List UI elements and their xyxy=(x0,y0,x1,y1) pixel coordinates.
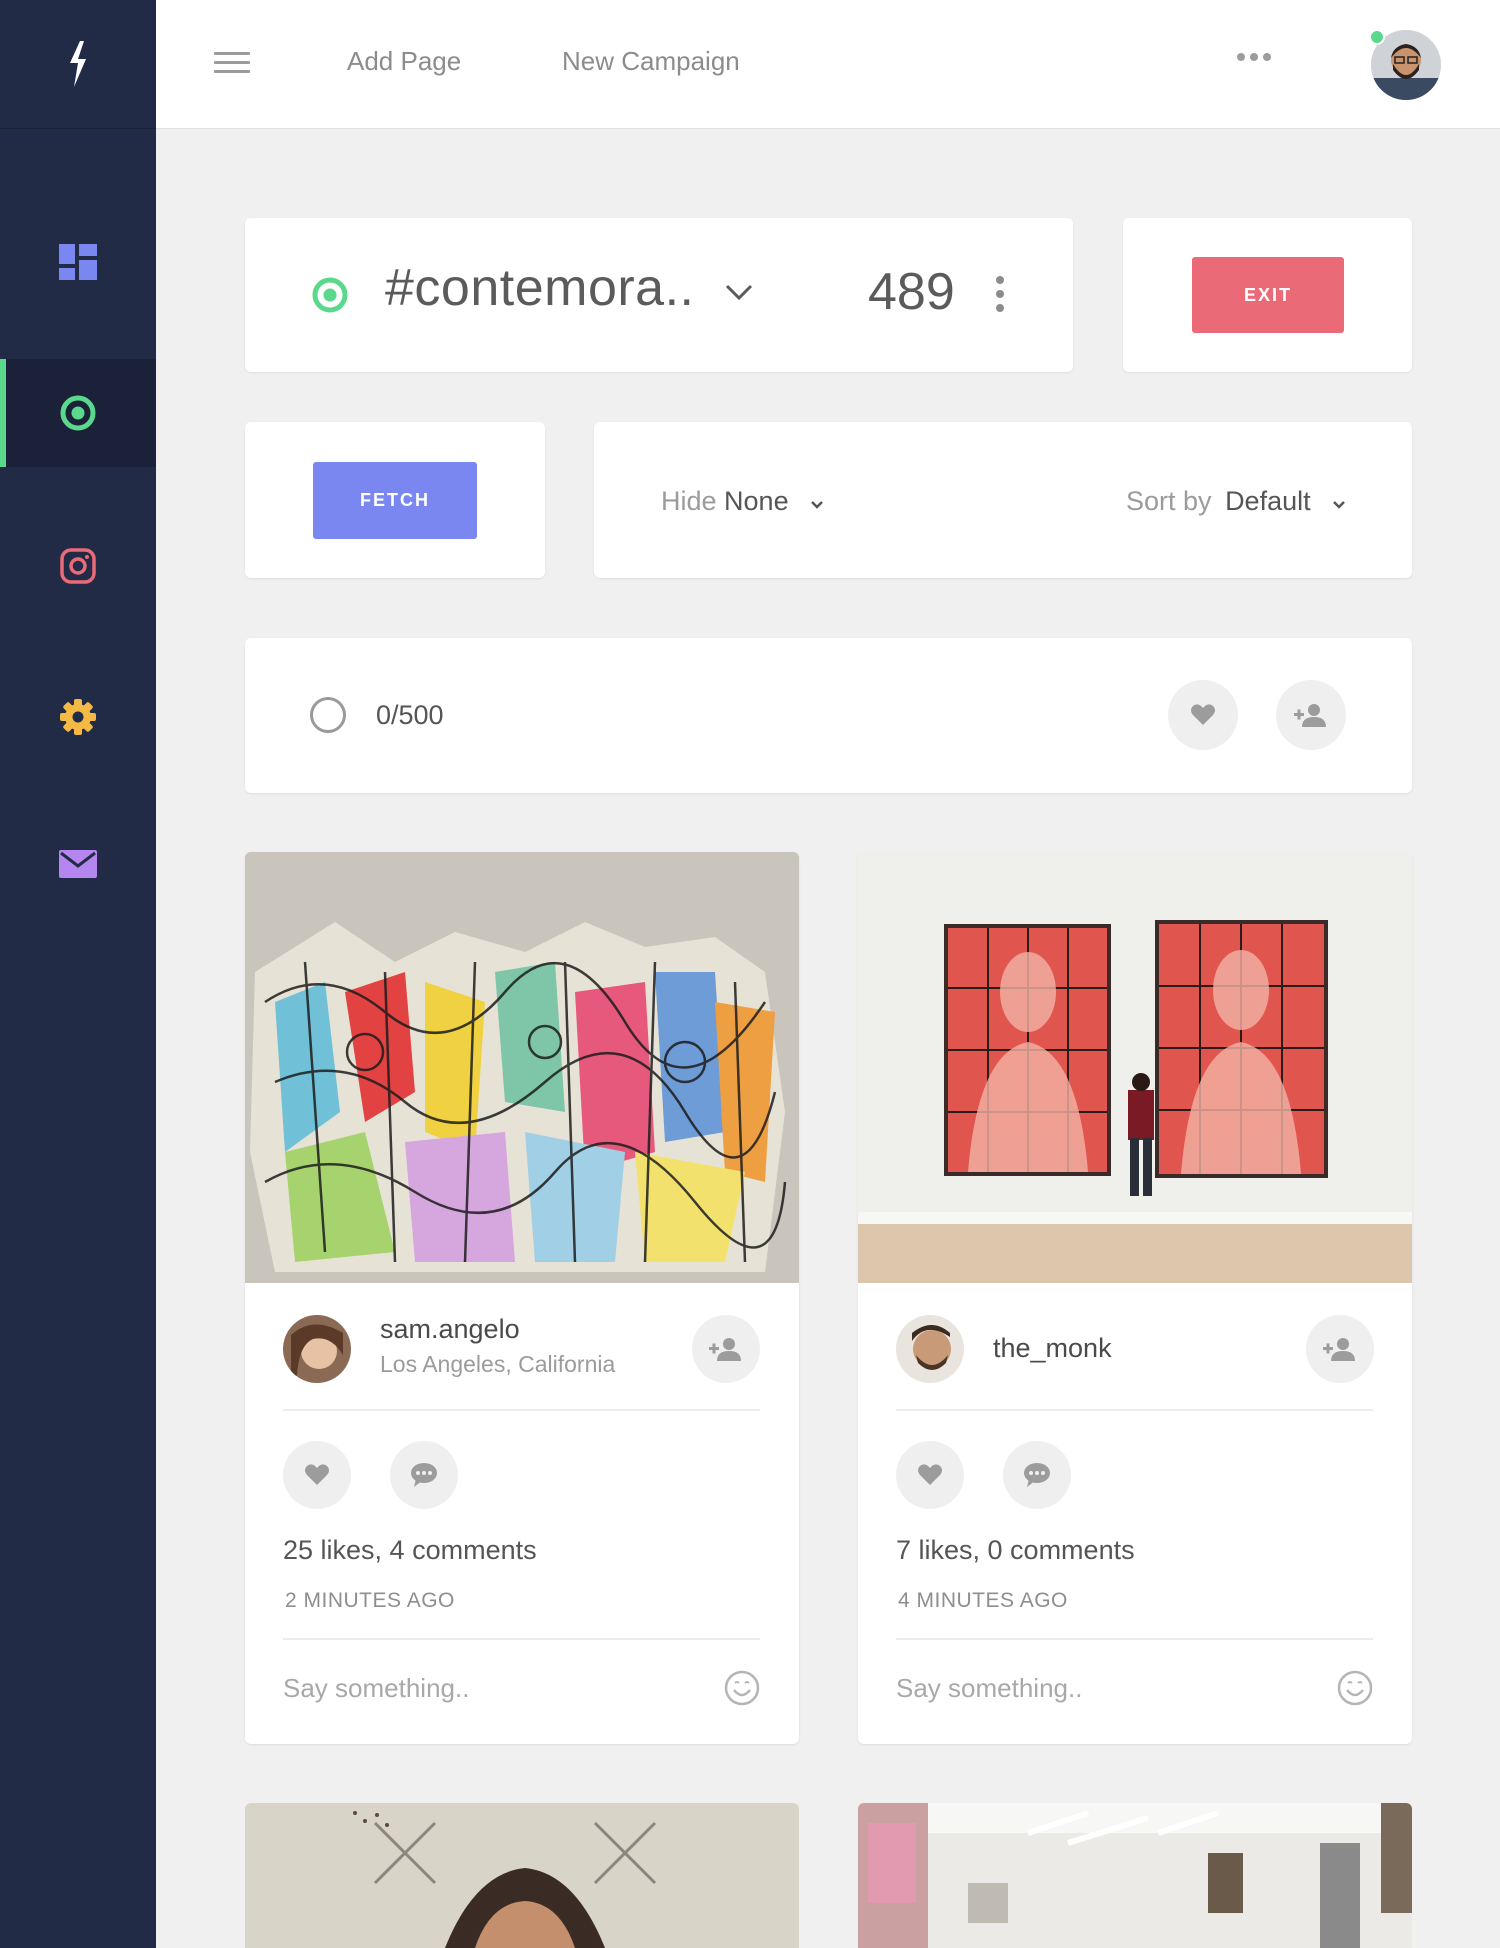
add-page-link[interactable]: Add Page xyxy=(347,46,461,77)
sort-dropdown[interactable]: Sort by Default xyxy=(1126,486,1346,517)
exit-button[interactable]: EXIT xyxy=(1192,257,1344,333)
comment-button[interactable] xyxy=(1003,1441,1071,1509)
mail-icon xyxy=(59,850,97,878)
post-timestamp: 4 MINUTES AGO xyxy=(898,1589,1068,1612)
sort-value: Default xyxy=(1225,486,1311,516)
comment-input[interactable] xyxy=(896,1670,1296,1706)
fetch-button[interactable]: FETCH xyxy=(313,462,477,539)
sidebar-item-dashboard[interactable] xyxy=(0,208,156,316)
divider xyxy=(283,1409,760,1411)
sidebar xyxy=(0,0,156,1948)
add-user-icon xyxy=(709,1338,741,1361)
post-location: Los Angeles, California xyxy=(380,1351,616,1377)
lightning-bolt-icon xyxy=(70,41,86,87)
emoji-icon[interactable] xyxy=(1337,1670,1373,1706)
like-all-button[interactable] xyxy=(1168,680,1238,750)
post-image[interactable] xyxy=(245,1803,799,1948)
progress-circle-icon xyxy=(310,697,346,733)
online-status-indicator xyxy=(1369,29,1385,45)
post-stats: 25 likes, 4 comments xyxy=(283,1535,537,1565)
sidebar-item-messages[interactable] xyxy=(0,810,156,918)
divider xyxy=(283,1638,760,1640)
like-button[interactable] xyxy=(283,1441,351,1509)
hide-filter-dropdown[interactable]: Hide None xyxy=(661,486,824,517)
avatar[interactable] xyxy=(896,1315,964,1383)
campaign-status-icon xyxy=(312,277,348,313)
post-image[interactable] xyxy=(858,852,1412,1283)
more-horizontal-icon[interactable] xyxy=(1237,53,1271,61)
add-user-icon xyxy=(1294,704,1326,727)
dashboard-icon xyxy=(59,244,97,280)
post-username[interactable]: the_monk xyxy=(993,1333,1112,1364)
comment-input[interactable] xyxy=(283,1670,683,1706)
sidebar-item-campaigns[interactable] xyxy=(0,359,156,467)
post-stats: 7 likes, 0 comments xyxy=(896,1535,1135,1565)
hide-filter-value: None xyxy=(724,486,789,516)
gear-icon xyxy=(60,699,96,735)
sidebar-item-instagram[interactable] xyxy=(0,512,156,620)
instagram-icon xyxy=(60,548,96,584)
post-image[interactable] xyxy=(245,852,799,1283)
emoji-icon[interactable] xyxy=(724,1670,760,1706)
chat-bubble-icon xyxy=(1024,1463,1050,1487)
heart-icon xyxy=(1191,704,1215,725)
post-image[interactable] xyxy=(858,1803,1412,1948)
campaign-count: 489 xyxy=(868,263,955,321)
sidebar-item-settings[interactable] xyxy=(0,663,156,771)
follow-button[interactable] xyxy=(1306,1315,1374,1383)
hamburger-icon[interactable] xyxy=(214,52,250,76)
more-vertical-icon[interactable] xyxy=(996,276,1004,312)
like-button[interactable] xyxy=(896,1441,964,1509)
target-icon xyxy=(60,395,96,431)
chevron-down-icon[interactable] xyxy=(724,283,754,301)
chevron-down-icon xyxy=(811,501,823,509)
divider xyxy=(896,1409,1373,1411)
follow-all-button[interactable] xyxy=(1276,680,1346,750)
add-user-icon xyxy=(1323,1338,1355,1361)
follow-button[interactable] xyxy=(692,1315,760,1383)
post-timestamp: 2 MINUTES AGO xyxy=(285,1589,455,1612)
chat-bubble-icon xyxy=(411,1463,437,1487)
comment-button[interactable] xyxy=(390,1441,458,1509)
app-logo[interactable] xyxy=(0,0,156,129)
heart-icon xyxy=(918,1464,942,1485)
hide-filter-label: Hide xyxy=(661,486,717,516)
post-username[interactable]: sam.angelo xyxy=(380,1314,520,1345)
chevron-down-icon xyxy=(1333,501,1346,509)
top-bar: Add Page New Campaign xyxy=(156,0,1500,129)
divider xyxy=(896,1638,1373,1640)
avatar[interactable] xyxy=(283,1315,351,1383)
sort-label: Sort by xyxy=(1126,486,1212,516)
campaign-hashtag[interactable]: #contemora.. xyxy=(385,258,695,318)
new-campaign-link[interactable]: New Campaign xyxy=(562,46,740,77)
heart-icon xyxy=(305,1464,329,1485)
progress-text: 0/500 xyxy=(376,700,444,730)
